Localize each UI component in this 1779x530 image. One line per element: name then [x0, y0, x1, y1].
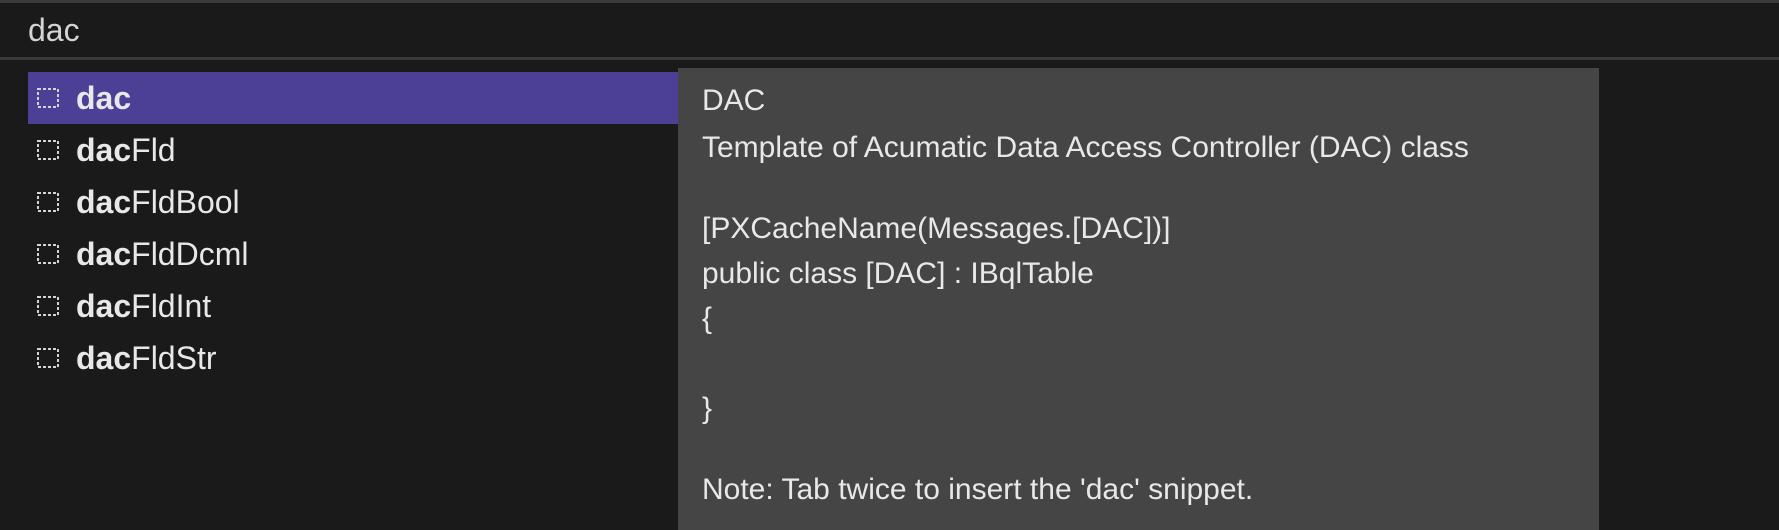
snippet-label: dacFldDcml: [76, 236, 248, 273]
snippet-icon: [36, 190, 60, 214]
snippet-item-dac[interactable]: dac: [28, 72, 678, 124]
description-panel: DAC Template of Acumatic Data Access Con…: [678, 68, 1599, 530]
snippet-item-dacfldint[interactable]: dacFldInt: [28, 280, 678, 332]
description-code: [PXCacheName(Messages.[DAC])] public cla…: [702, 206, 1575, 431]
intellisense-popup: dac dacFld dacFldBool dacFldDcml: [0, 60, 1779, 530]
search-input[interactable]: dac: [0, 4, 1779, 60]
snippet-item-dacfldstr[interactable]: dacFldStr: [28, 332, 678, 384]
snippet-label: dacFldBool: [76, 184, 240, 221]
snippet-item-dacfldbool[interactable]: dacFldBool: [28, 176, 678, 228]
description-title: DAC: [702, 78, 1575, 123]
description-subtitle: Template of Acumatic Data Access Control…: [702, 125, 1575, 170]
snippet-list: dac dacFld dacFldBool dacFldDcml: [28, 68, 678, 530]
snippet-icon: [36, 138, 60, 162]
snippet-item-dacfld[interactable]: dacFld: [28, 124, 678, 176]
snippet-icon: [36, 346, 60, 370]
snippet-label: dac: [76, 80, 131, 117]
snippet-label: dacFldStr: [76, 340, 216, 377]
description-note: Note: Tab twice to insert the 'dac' snip…: [702, 467, 1575, 512]
snippet-icon: [36, 86, 60, 110]
snippet-icon: [36, 294, 60, 318]
snippet-icon: [36, 242, 60, 266]
snippet-item-dacflddcml[interactable]: dacFldDcml: [28, 228, 678, 280]
snippet-label: dacFldInt: [76, 288, 211, 325]
snippet-label: dacFld: [76, 132, 176, 169]
